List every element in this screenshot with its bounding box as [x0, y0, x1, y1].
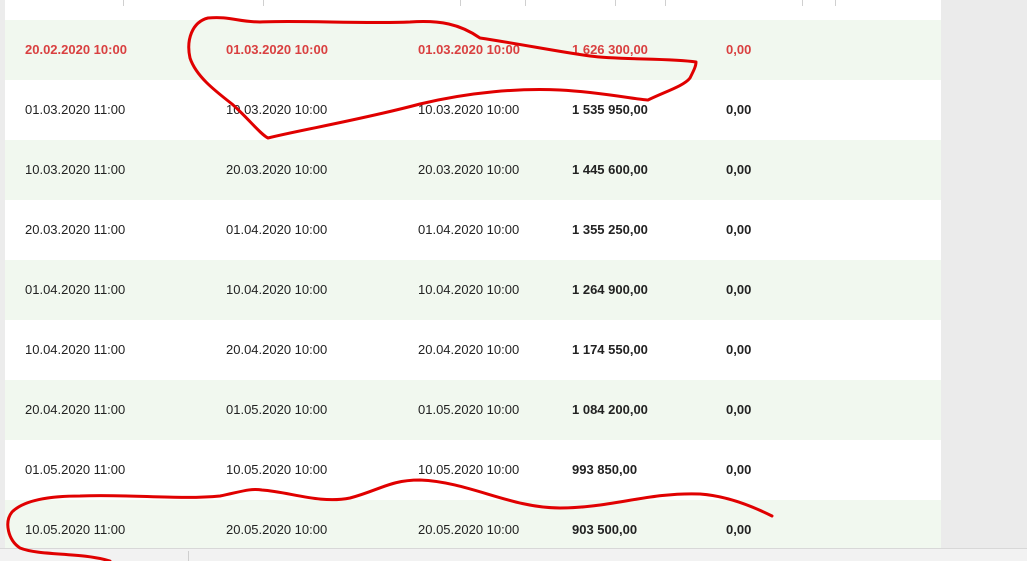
- period-end-cell: 10.04.2020 10:00: [226, 282, 328, 297]
- table-row[interactable]: 10.04.2020 11:00 20.04.2020 10:00 20.04.…: [5, 320, 941, 380]
- payment-date-cell: 20.03.2020 10:00: [418, 162, 520, 177]
- header-divider: [835, 0, 836, 6]
- header-divider: [525, 0, 526, 6]
- amount-cell: 903 500,00: [572, 522, 638, 537]
- amount-cell: 993 850,00: [572, 462, 638, 477]
- period-start-cell: 01.04.2020 11:00: [25, 282, 126, 297]
- header-divider: [615, 0, 616, 6]
- header-divider: [665, 0, 666, 6]
- table-row[interactable]: 20.03.2020 11:00 01.04.2020 10:00 01.04.…: [5, 200, 941, 260]
- extra-amount-cell: 0,00: [726, 222, 752, 237]
- table-row[interactable]: 01.04.2020 11:00 10.04.2020 10:00 10.04.…: [5, 260, 941, 320]
- period-end-cell: 01.03.2020 10:00: [226, 42, 328, 57]
- bottom-bar-divider: [188, 551, 189, 561]
- period-end-cell: 01.05.2020 10:00: [226, 402, 328, 417]
- amount-cell: 1 264 900,00: [572, 282, 648, 297]
- table-row[interactable]: 01.03.2020 11:00 10.03.2020 10:00 10.03.…: [5, 80, 941, 140]
- table-row[interactable]: 10.05.2020 11:00 20.05.2020 10:00 20.05.…: [5, 500, 941, 548]
- amount-cell: 1 084 200,00: [572, 402, 648, 417]
- header-divider: [123, 0, 124, 6]
- period-start-cell: 20.04.2020 11:00: [25, 402, 126, 417]
- period-end-cell: 20.03.2020 10:00: [226, 162, 328, 177]
- extra-amount-cell: 0,00: [726, 102, 752, 117]
- table-row[interactable]: 20.04.2020 11:00 01.05.2020 10:00 01.05.…: [5, 380, 941, 440]
- period-start-cell: 01.03.2020 11:00: [25, 102, 126, 117]
- period-start-cell: 20.02.2020 10:00: [25, 42, 127, 57]
- page-gutter: [941, 0, 1027, 548]
- amount-cell: 1 626 300,00: [572, 42, 648, 57]
- period-start-cell: 10.03.2020 11:00: [25, 162, 126, 177]
- header-divider: [263, 0, 264, 6]
- schedule-table-panel: 20.02.2020 10:00 01.03.2020 10:00 01.03.…: [5, 0, 941, 548]
- extra-amount-cell: 0,00: [726, 42, 752, 57]
- period-end-cell: 01.04.2020 10:00: [226, 222, 328, 237]
- period-end-cell: 10.03.2020 10:00: [226, 102, 328, 117]
- bottom-scrollbar[interactable]: [0, 548, 1027, 561]
- header-divider: [460, 0, 461, 6]
- period-end-cell: 10.05.2020 10:00: [226, 462, 328, 477]
- amount-cell: 1 174 550,00: [572, 342, 648, 357]
- period-start-cell: 01.05.2020 11:00: [25, 462, 126, 477]
- payment-date-cell: 01.03.2020 10:00: [418, 42, 520, 57]
- table-row[interactable]: 01.05.2020 11:00 10.05.2020 10:00 10.05.…: [5, 440, 941, 500]
- amount-cell: 1 535 950,00: [572, 102, 648, 117]
- extra-amount-cell: 0,00: [726, 342, 752, 357]
- payment-date-cell: 01.04.2020 10:00: [418, 222, 520, 237]
- payment-date-cell: 10.03.2020 10:00: [418, 102, 520, 117]
- table-header-cut-off: [5, 0, 941, 20]
- extra-amount-cell: 0,00: [726, 522, 752, 537]
- payment-date-cell: 10.05.2020 10:00: [418, 462, 520, 477]
- extra-amount-cell: 0,00: [726, 462, 752, 477]
- header-divider: [802, 0, 803, 6]
- period-start-cell: 10.05.2020 11:00: [25, 522, 126, 537]
- payment-date-cell: 20.04.2020 10:00: [418, 342, 520, 357]
- period-start-cell: 10.04.2020 11:00: [25, 342, 126, 357]
- period-end-cell: 20.05.2020 10:00: [226, 522, 328, 537]
- extra-amount-cell: 0,00: [726, 402, 752, 417]
- table-row[interactable]: 10.03.2020 11:00 20.03.2020 10:00 20.03.…: [5, 140, 941, 200]
- period-start-cell: 20.03.2020 11:00: [25, 222, 126, 237]
- payment-date-cell: 01.05.2020 10:00: [418, 402, 520, 417]
- payment-date-cell: 20.05.2020 10:00: [418, 522, 520, 537]
- extra-amount-cell: 0,00: [726, 282, 752, 297]
- payment-date-cell: 10.04.2020 10:00: [418, 282, 520, 297]
- amount-cell: 1 355 250,00: [572, 222, 648, 237]
- table-row[interactable]: 20.02.2020 10:00 01.03.2020 10:00 01.03.…: [5, 20, 941, 80]
- amount-cell: 1 445 600,00: [572, 162, 648, 177]
- extra-amount-cell: 0,00: [726, 162, 752, 177]
- period-end-cell: 20.04.2020 10:00: [226, 342, 328, 357]
